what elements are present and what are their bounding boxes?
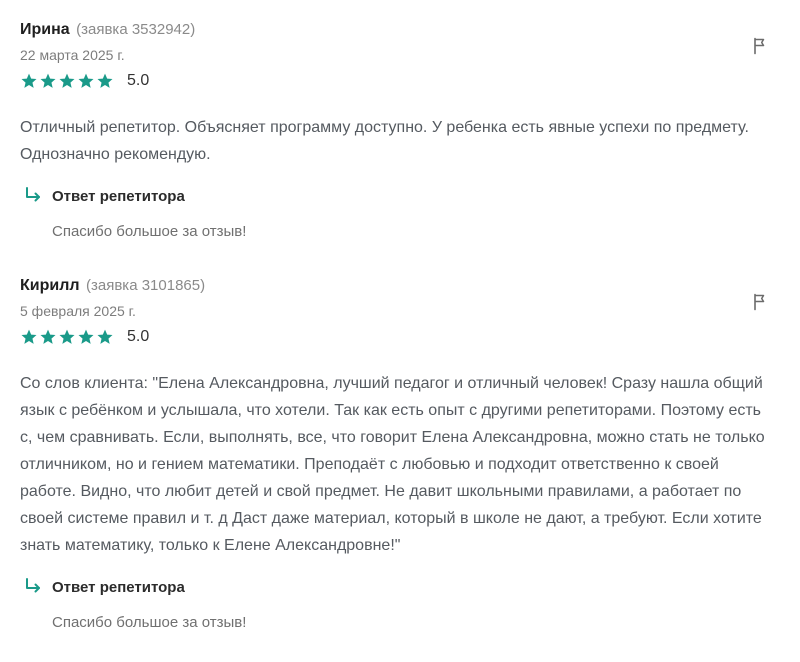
tutor-reply-header: Ответ репетитора — [24, 184, 780, 208]
review-author-line: Ирина (заявка 3532942) — [20, 18, 780, 42]
review-date: 22 марта 2025 г. — [20, 47, 125, 63]
review-author-name: Кирилл — [20, 277, 80, 294]
review-text: Со слов клиента: "Елена Александровна, л… — [20, 375, 765, 554]
star-icon — [58, 328, 76, 346]
tutor-reply-title: Ответ репетитора — [52, 578, 185, 596]
flag-icon — [754, 37, 765, 55]
star-rating — [20, 328, 115, 346]
star-icon — [96, 328, 114, 346]
rating-row: 5.0 — [20, 69, 780, 93]
tutor-reply: Ответ репетитора Спасибо большое за отзы… — [20, 184, 780, 242]
star-icon — [39, 328, 57, 346]
tutor-reply-header: Ответ репетитора — [24, 575, 780, 599]
rating-value: 5.0 — [127, 72, 150, 89]
review-card: Кирилл (заявка 3101865) 5 февраля 2025 г… — [20, 274, 780, 633]
review-author-name: Ирина — [20, 21, 70, 38]
flag-icon — [754, 293, 765, 311]
tutor-reply: Ответ репетитора Спасибо большое за отзы… — [20, 575, 780, 633]
review-order-ref: (заявка 3532942) — [76, 21, 196, 38]
tutor-reply-title: Ответ репетитора — [52, 187, 185, 205]
star-rating — [20, 72, 115, 90]
star-icon — [96, 72, 114, 90]
review-author-line: Кирилл (заявка 3101865) — [20, 274, 780, 298]
reply-arrow-icon — [26, 578, 40, 593]
report-flag-button[interactable] — [750, 292, 770, 312]
star-icon — [58, 72, 76, 90]
star-icon — [20, 328, 38, 346]
review-card: Ирина (заявка 3532942) 22 марта 2025 г. … — [20, 18, 780, 242]
star-icon — [39, 72, 57, 90]
reply-arrow-icon — [26, 187, 40, 202]
report-flag-button[interactable] — [750, 36, 770, 56]
star-icon — [77, 72, 95, 90]
star-icon — [20, 72, 38, 90]
tutor-reply-text: Спасибо большое за отзыв! — [52, 223, 247, 240]
review-date: 5 февраля 2025 г. — [20, 303, 136, 319]
star-icon — [77, 328, 95, 346]
review-order-ref: (заявка 3101865) — [86, 277, 206, 294]
rating-value: 5.0 — [127, 328, 150, 345]
tutor-reply-text: Спасибо большое за отзыв! — [52, 614, 247, 631]
rating-row: 5.0 — [20, 325, 780, 349]
review-text: Отличный репетитор. Объясняет программу … — [20, 119, 749, 163]
